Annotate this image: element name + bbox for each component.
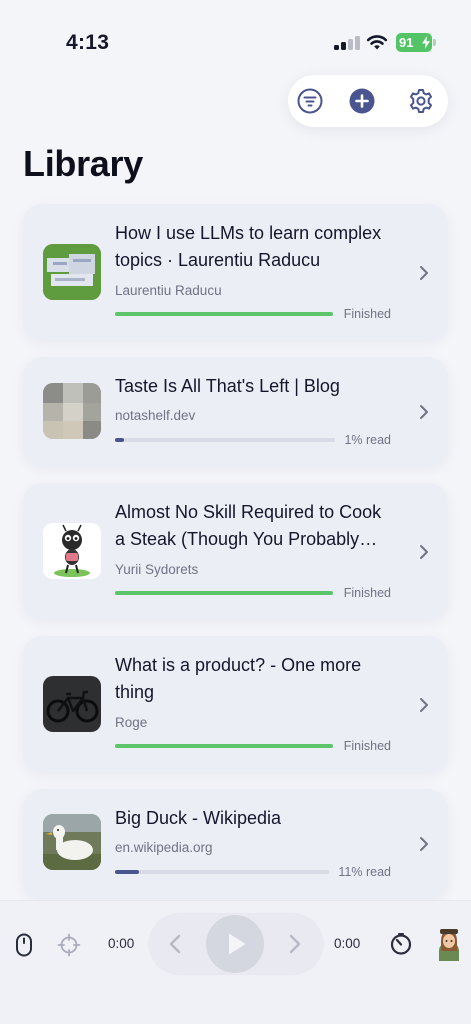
battery-indicator: 91 xyxy=(396,33,432,52)
library-item[interactable]: Almost No Skill Required to Cook a Steak… xyxy=(23,483,448,620)
battery-level: 91 xyxy=(399,35,414,50)
white-duck-thumbnail xyxy=(43,814,101,870)
avatar[interactable] xyxy=(435,927,463,961)
battery-tip xyxy=(433,39,436,46)
progress-bar xyxy=(115,438,335,442)
blurred-portrait-thumbnail xyxy=(43,383,101,439)
item-status: Finished xyxy=(343,739,391,753)
progress-bar xyxy=(115,870,329,874)
item-title: Taste Is All That's Left | Blog xyxy=(115,376,340,396)
top-toolbar xyxy=(288,75,448,127)
ui-screenshot-thumbnail xyxy=(43,244,101,300)
chevron-right-icon xyxy=(420,545,428,559)
item-status: 1% read xyxy=(344,433,391,447)
item-title: Big Duck - Wikipedia xyxy=(115,808,282,828)
progress-bar xyxy=(115,312,333,316)
mouse-icon[interactable] xyxy=(15,933,33,957)
progress-fill xyxy=(115,591,333,595)
item-title: How I use LLMs to learn complex topics ·… xyxy=(115,223,382,270)
audio-player-bar: 0:00 0:00 xyxy=(0,900,471,1024)
item-title: What is a product? - One more thing xyxy=(115,655,362,702)
progress-fill xyxy=(115,870,139,874)
elapsed-time: 0:00 xyxy=(108,936,135,951)
gear-icon[interactable] xyxy=(408,88,434,114)
item-status: 11% read xyxy=(338,865,391,879)
cellular-signal-icon xyxy=(334,36,360,50)
item-subtitle: notashelf.dev xyxy=(115,408,196,423)
library-item[interactable]: Taste Is All That's Left | Blog notashel… xyxy=(23,357,448,467)
chevron-right-icon xyxy=(420,698,428,712)
progress-bar xyxy=(115,591,333,595)
item-subtitle: Yurii Sydorets xyxy=(115,562,199,577)
progress-bar xyxy=(115,744,333,748)
item-subtitle: en.wikipedia.org xyxy=(115,840,213,855)
item-subtitle: Laurentiu Raducu xyxy=(115,283,222,298)
progress-fill xyxy=(115,438,124,442)
cartoon-ant-thumbnail xyxy=(43,523,101,579)
play-icon xyxy=(229,933,246,955)
play-button[interactable] xyxy=(206,915,264,973)
add-icon[interactable] xyxy=(349,88,375,114)
status-bar: 4:13 91 xyxy=(0,0,471,80)
page-title: Library xyxy=(23,143,143,184)
speedometer-icon[interactable] xyxy=(389,932,413,956)
bicycle-thumbnail xyxy=(43,676,101,732)
item-title: Almost No Skill Required to Cook a Steak… xyxy=(115,502,382,549)
skip-back-icon[interactable] xyxy=(168,934,182,954)
status-time: 4:13 xyxy=(66,31,110,54)
wifi-icon xyxy=(366,35,388,50)
library-item[interactable]: How I use LLMs to learn complex topics ·… xyxy=(23,204,448,341)
skip-forward-icon[interactable] xyxy=(288,934,302,954)
chevron-right-icon xyxy=(420,266,428,280)
item-subtitle: Roge xyxy=(115,715,148,730)
library-item[interactable]: Big Duck - Wikipedia en.wikipedia.org 11… xyxy=(23,789,448,900)
crosshair-icon[interactable] xyxy=(57,933,81,957)
chevron-right-icon xyxy=(420,405,428,419)
item-status: Finished xyxy=(343,307,391,321)
filter-icon[interactable] xyxy=(297,88,323,114)
library-item[interactable]: What is a product? - One more thing Roge… xyxy=(23,636,448,773)
progress-fill xyxy=(115,744,333,748)
item-status: Finished xyxy=(343,586,391,600)
remaining-time: 0:00 xyxy=(334,936,361,951)
charging-bolt-icon xyxy=(422,36,430,49)
progress-fill xyxy=(115,312,333,316)
chevron-right-icon xyxy=(420,837,428,851)
